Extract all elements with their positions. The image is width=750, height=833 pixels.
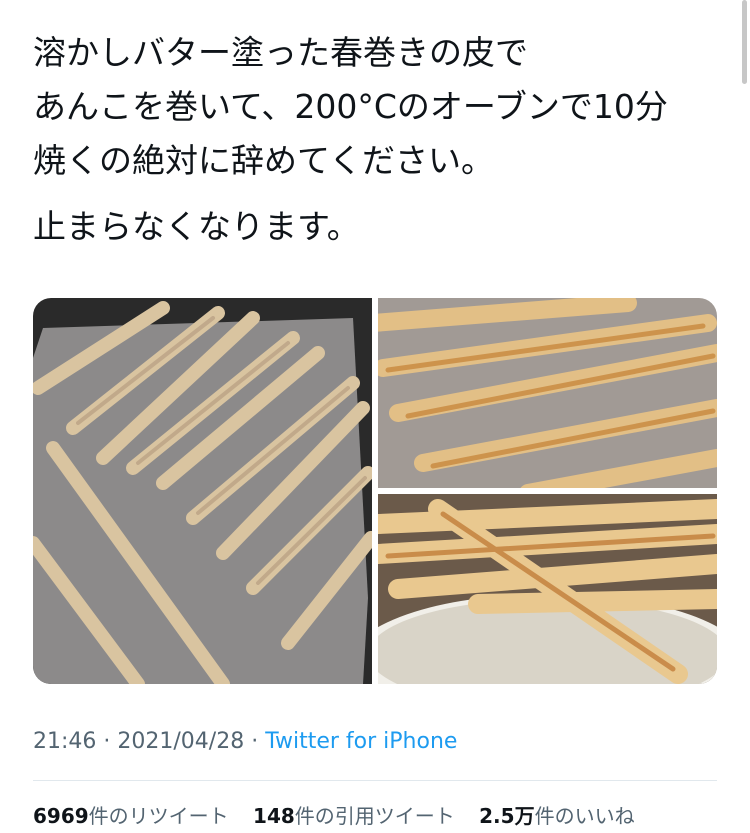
tweet-line-2: あんこを巻いて、200°Cのオーブンで10分 — [33, 87, 668, 126]
divider — [33, 780, 717, 781]
retweet-count: 6969 — [33, 804, 89, 828]
quote-tweet-label: 件の引用ツイート — [294, 804, 455, 828]
tweet-meta: 21:46 · 2021/04/28 · Twitter for iPhone — [33, 729, 457, 754]
scrollbar[interactable] — [742, 0, 747, 84]
tweet-date[interactable]: 2021/04/28 — [117, 729, 244, 754]
photo-rolls-in-dish[interactable] — [378, 494, 717, 684]
tweet-source-link[interactable]: Twitter for iPhone — [265, 729, 457, 754]
tweet-line-1: 溶かしバター塗った春巻きの皮で — [33, 33, 528, 72]
meta-separator: · — [96, 729, 118, 754]
tweet-time: 21:46 — [33, 729, 97, 754]
like-label: 件のいいね — [534, 804, 635, 828]
quote-tweet-stat[interactable]: 148件の引用ツイート — [253, 804, 455, 828]
tweet-line-4: 止まらなくなります。 — [33, 207, 360, 246]
media-grid — [33, 298, 717, 684]
photo-baking-tray[interactable] — [33, 298, 372, 684]
tweet-text: 溶かしバター塗った春巻きの皮で あんこを巻いて、200°Cのオーブンで10分 焼… — [33, 26, 733, 254]
meta-separator-2: · — [244, 729, 266, 754]
photo-rolls-closeup[interactable] — [378, 298, 717, 488]
retweet-stat[interactable]: 6969件のリツイート — [33, 804, 229, 828]
quote-tweet-count: 148 — [253, 804, 295, 828]
like-stat[interactable]: 2.5万件のいいね — [479, 804, 634, 828]
tweet-line-3: 焼くの絶対に辞めてください。 — [33, 141, 495, 180]
retweet-label: 件のリツイート — [88, 804, 229, 828]
like-count: 2.5万 — [479, 804, 535, 828]
tweet-stats: 6969件のリツイート 148件の引用ツイート 2.5万件のいいね — [33, 800, 653, 829]
